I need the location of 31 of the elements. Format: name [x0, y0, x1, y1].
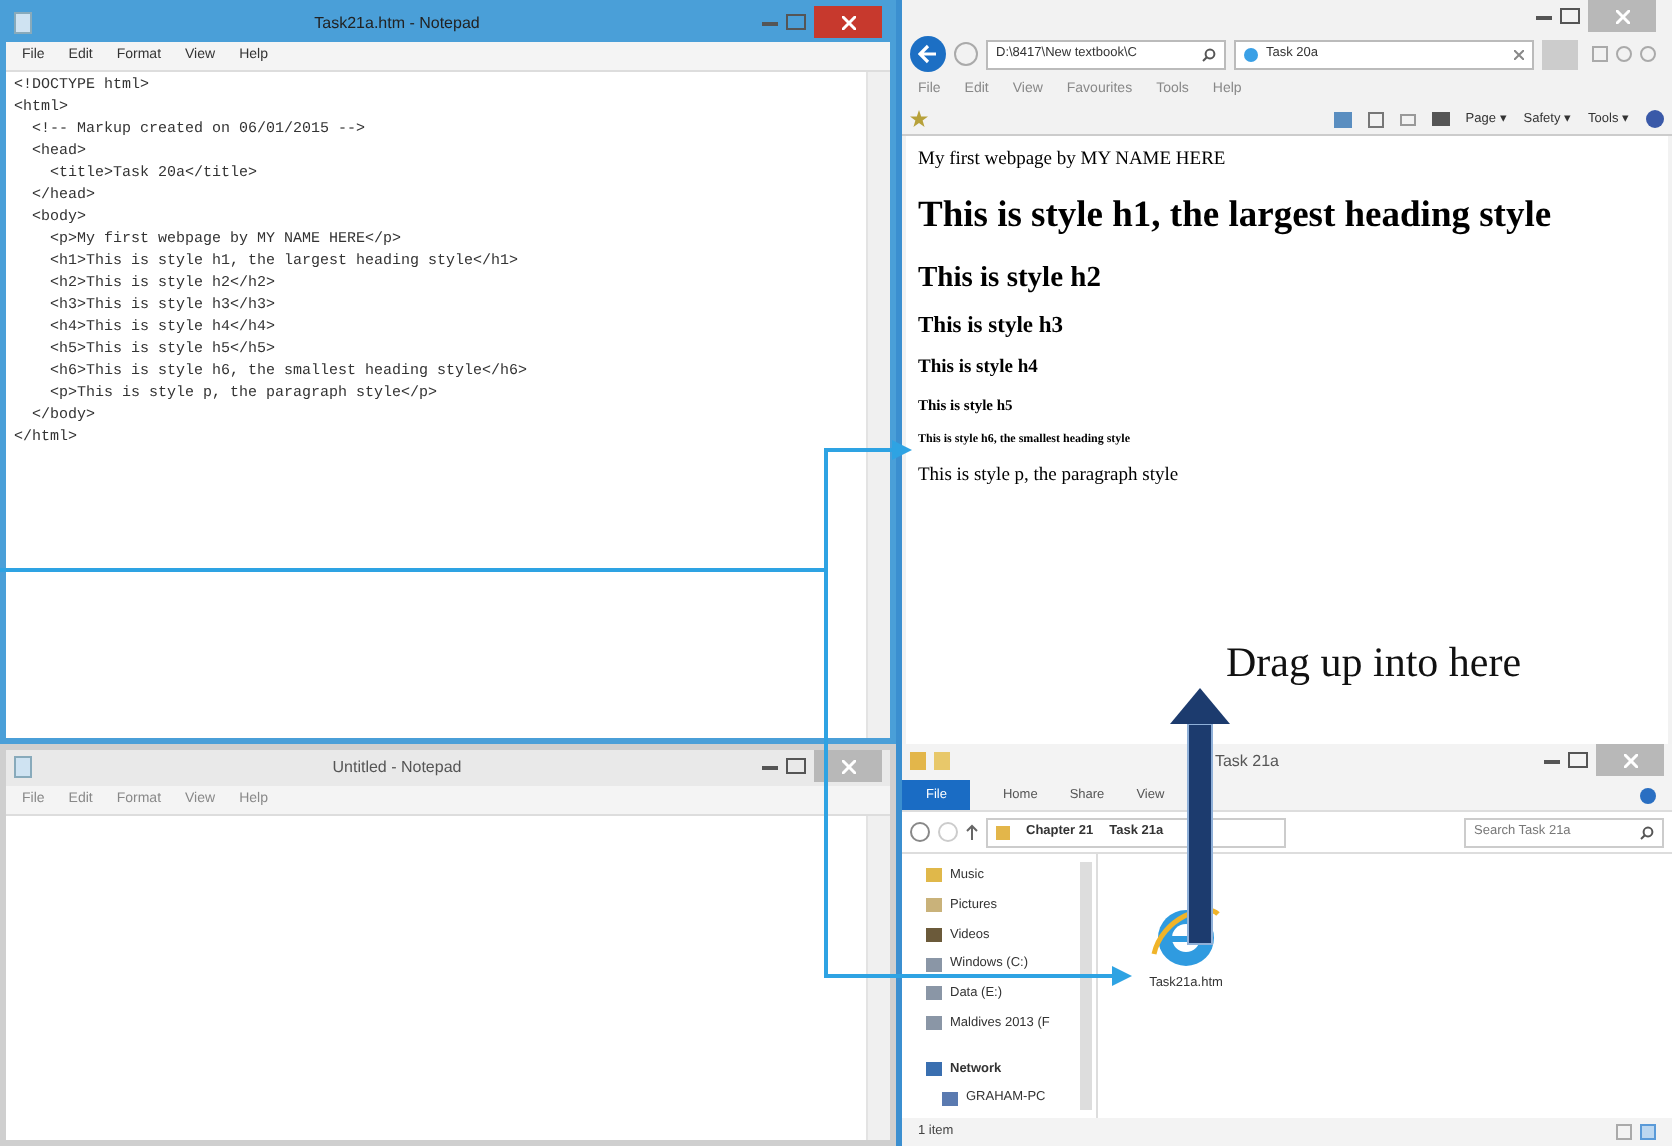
notepad-icon	[14, 756, 32, 778]
heading-text: This is style h3	[918, 312, 1066, 341]
new-tab-button[interactable]	[1542, 39, 1578, 69]
back-button[interactable]	[910, 822, 930, 842]
heading-text: This is style h4	[918, 357, 1040, 381]
search-icon	[1640, 825, 1654, 839]
scrollbar[interactable]	[866, 72, 890, 738]
up-arrow-icon[interactable]	[966, 824, 978, 840]
back-arrow-icon	[918, 44, 938, 64]
notepad-icon	[14, 12, 32, 34]
window-title: Untitled - Notepad	[330, 756, 464, 780]
maximize-icon[interactable]	[786, 758, 806, 774]
close-icon[interactable]	[814, 750, 882, 782]
text-area[interactable]	[6, 814, 890, 1140]
back-button[interactable]	[910, 36, 946, 72]
close-icon[interactable]	[814, 6, 882, 38]
maximize-icon[interactable]	[1560, 8, 1580, 24]
favorites-star-icon[interactable]	[910, 110, 928, 128]
maximize-icon[interactable]	[1568, 752, 1588, 768]
paragraph-text: This is style p, the paragraph style	[918, 466, 1181, 491]
heading-text: This is style h2	[918, 260, 1103, 297]
forward-button[interactable]	[954, 42, 978, 66]
forward-button[interactable]	[938, 822, 958, 842]
paragraph-text: My first webpage by MY NAME HERE	[918, 150, 1228, 174]
window-title: Task 21a	[1212, 750, 1282, 774]
window-title: Task21a.htm - Notepad	[312, 12, 482, 36]
scrollbar[interactable]	[866, 816, 890, 1140]
scrollbar[interactable]	[1080, 862, 1092, 1110]
close-icon[interactable]	[1514, 49, 1524, 59]
search-icon[interactable]	[1202, 47, 1216, 61]
heading-text: This is style h1, the largest heading style	[918, 193, 1554, 240]
